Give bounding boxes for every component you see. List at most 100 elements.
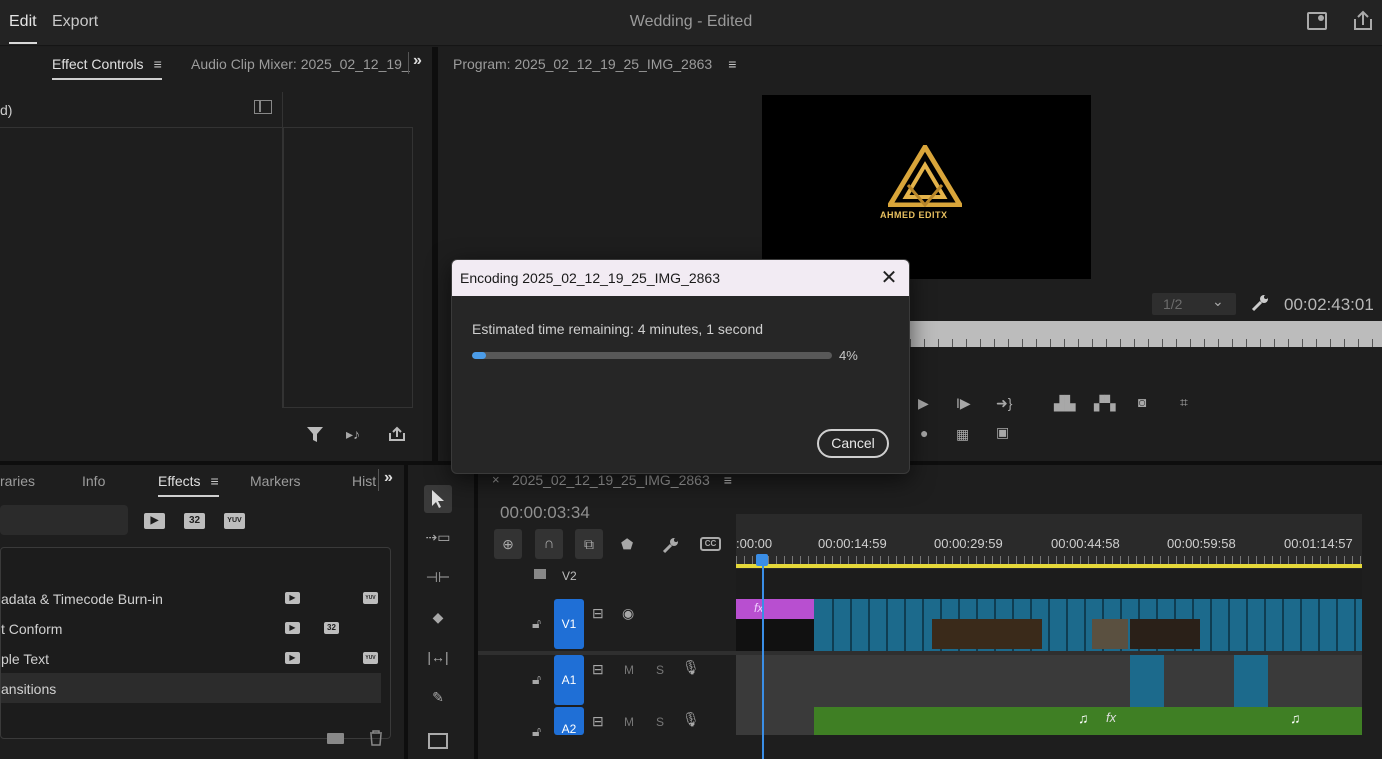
rectangle-icon[interactable] — [428, 733, 448, 749]
resolution-select[interactable]: 1/2 ⌄ — [1152, 293, 1236, 315]
solo-button[interactable]: S — [656, 663, 664, 677]
multicam-icon[interactable]: ▦ — [956, 426, 969, 443]
track-target-a1[interactable]: A1 — [554, 655, 584, 705]
close-icon[interactable]: ✕ — [877, 266, 901, 290]
slip-icon[interactable]: |↔| — [424, 649, 452, 665]
microphone-icon[interactable]: 🎙︎ — [682, 711, 700, 728]
snap-icon[interactable]: ∩ — [535, 529, 563, 559]
accelerated-badge-icon: ▶ — [285, 652, 300, 664]
ruler-label: 00:01:14:57 — [1284, 536, 1353, 551]
panel-toggle-icon[interactable] — [254, 100, 272, 114]
track-v2[interactable] — [736, 569, 1362, 599]
32bit-effects-icon[interactable]: 32 — [184, 513, 205, 529]
list-item-selected[interactable]: ansitions — [1, 673, 381, 703]
step-forward-icon[interactable]: I▶ — [956, 395, 971, 412]
tab-info[interactable]: Info — [82, 473, 105, 489]
cancel-button[interactable]: Cancel — [817, 429, 889, 458]
trash-icon[interactable] — [368, 730, 384, 746]
list-item[interactable]: t Conform ▶ 32 — [1, 613, 391, 643]
effect-controls-panel: Effect Controls ≡ Audio Clip Mixer: 2025_… — [0, 47, 432, 461]
close-icon[interactable]: × — [492, 472, 500, 487]
tab-audio-clip-mixer[interactable]: Audio Clip Mixer: 2025_02_12_19_ — [191, 56, 410, 72]
solo-button[interactable]: S — [656, 715, 664, 729]
track-v1[interactable]: fx — [736, 599, 1362, 651]
menu-icon[interactable]: ≡ — [154, 56, 162, 72]
selection-tool[interactable] — [424, 485, 452, 513]
camera-icon[interactable]: ◙ — [1138, 394, 1146, 410]
menu-icon[interactable]: ≡ — [211, 473, 219, 489]
sequence-tab[interactable]: 2025_02_12_19_25_IMG_2863 ≡ — [512, 472, 732, 488]
more-tabs-icon[interactable]: » — [384, 469, 393, 487]
menu-icon[interactable]: ≡ — [728, 56, 736, 72]
sync-lock-icon[interactable]: ⊟ — [592, 713, 604, 730]
lock-icon[interactable]: 🔓︎ — [532, 723, 541, 740]
overlay-icon[interactable]: ▣ — [996, 424, 1009, 441]
program-timecode[interactable]: 00:02:43:01 — [1284, 295, 1374, 315]
tab-markers[interactable]: Markers — [250, 473, 301, 489]
audio-clip[interactable] — [1234, 655, 1268, 707]
program-scrubber[interactable] — [910, 321, 1382, 347]
eye-icon[interactable]: ◉ — [622, 605, 634, 622]
tab-effects[interactable]: Effects ≡ — [158, 473, 237, 497]
mute-button[interactable]: M — [624, 715, 634, 729]
clip-thumbnail[interactable] — [1130, 619, 1200, 649]
play-audio-icon[interactable]: ▸♪ — [346, 426, 360, 443]
wrench-icon[interactable] — [1250, 293, 1270, 313]
sync-lock-icon[interactable]: ⊟ — [592, 661, 604, 678]
razor-icon[interactable]: ◆ — [424, 609, 452, 626]
clip-strip[interactable] — [816, 599, 1362, 651]
marker-icon[interactable]: ⬟ — [621, 536, 633, 553]
mute-button[interactable]: M — [624, 663, 634, 677]
ripple-edit-icon[interactable]: ⊣⊢ — [424, 569, 452, 586]
yuv-effects-icon[interactable]: YUV — [224, 513, 245, 529]
lock-icon[interactable]: 🔓︎ — [532, 615, 541, 632]
record-icon[interactable]: ● — [920, 425, 928, 441]
track-target-a2[interactable]: A2 — [554, 707, 584, 735]
ruler-ticks — [736, 556, 1362, 564]
timeline-timecode[interactable]: 00:00:03:34 — [500, 503, 590, 523]
accelerated-effects-icon[interactable]: ▶ — [144, 513, 165, 529]
linked-selection-icon[interactable]: ⧉ — [575, 529, 603, 559]
captions-icon[interactable]: CC — [700, 537, 721, 551]
menu-icon[interactable]: ≡ — [724, 472, 732, 488]
clip-thumbnail[interactable] — [1092, 619, 1128, 649]
export-icon[interactable] — [388, 426, 406, 442]
wrench-icon[interactable] — [661, 536, 679, 554]
audio-clip-green[interactable]: ♫ fx ♫ — [814, 707, 1362, 735]
list-item[interactable]: adata & Timecode Burn-in ▶ YUV — [1, 583, 391, 613]
clip-thumbnail[interactable] — [736, 619, 814, 651]
play-icon[interactable]: ▶ — [918, 395, 929, 412]
track-a1[interactable] — [736, 655, 1362, 707]
effects-search-input[interactable] — [0, 505, 128, 535]
lock-icon[interactable] — [534, 569, 546, 579]
insert-nest-icon[interactable]: ⊕ — [494, 529, 522, 559]
more-tabs-icon[interactable]: » — [413, 52, 422, 70]
compare-icon[interactable]: ⌗ — [1180, 394, 1188, 411]
extract-icon[interactable]: ▞▚ — [1094, 395, 1116, 412]
timeline-ruler[interactable]: :00:00 00:00:14:59 00:00:29:59 00:00:44:… — [736, 514, 1362, 569]
track-target-v1[interactable]: V1 — [554, 599, 584, 649]
track-select-icon[interactable]: ⇢▭ — [424, 529, 452, 546]
playhead-line[interactable] — [762, 563, 764, 759]
track-a2[interactable]: ♫ fx ♫ — [736, 707, 1362, 735]
list-item[interactable]: ple Text ▶ YUV — [1, 643, 391, 673]
sync-lock-icon[interactable]: ⊟ — [592, 605, 604, 622]
audio-clip[interactable] — [1130, 655, 1164, 707]
filter-icon[interactable] — [306, 425, 324, 443]
tab-libraries[interactable]: raries — [0, 473, 35, 489]
workspace-icon[interactable] — [1307, 12, 1327, 30]
lift-icon[interactable]: ▟▙ — [1054, 395, 1076, 412]
ruler-label: 00:00:44:58 — [1051, 536, 1120, 551]
go-to-out-icon[interactable]: ➜} — [996, 395, 1012, 412]
clip-pink[interactable]: fx — [736, 599, 814, 619]
pen-icon[interactable]: ✎ — [424, 689, 452, 706]
tab-effect-controls[interactable]: Effect Controls ≡ — [52, 56, 180, 80]
work-area-bar[interactable] — [736, 564, 1362, 568]
new-folder-icon[interactable] — [327, 733, 344, 744]
ruler-label: 00:00:14:59 — [818, 536, 887, 551]
microphone-icon[interactable]: 🎙︎ — [682, 659, 700, 676]
lock-icon[interactable]: 🔓︎ — [532, 671, 541, 688]
clip-thumbnail[interactable] — [932, 619, 1042, 649]
tab-history[interactable]: Hist — [352, 473, 376, 489]
share-icon[interactable] — [1352, 10, 1374, 32]
